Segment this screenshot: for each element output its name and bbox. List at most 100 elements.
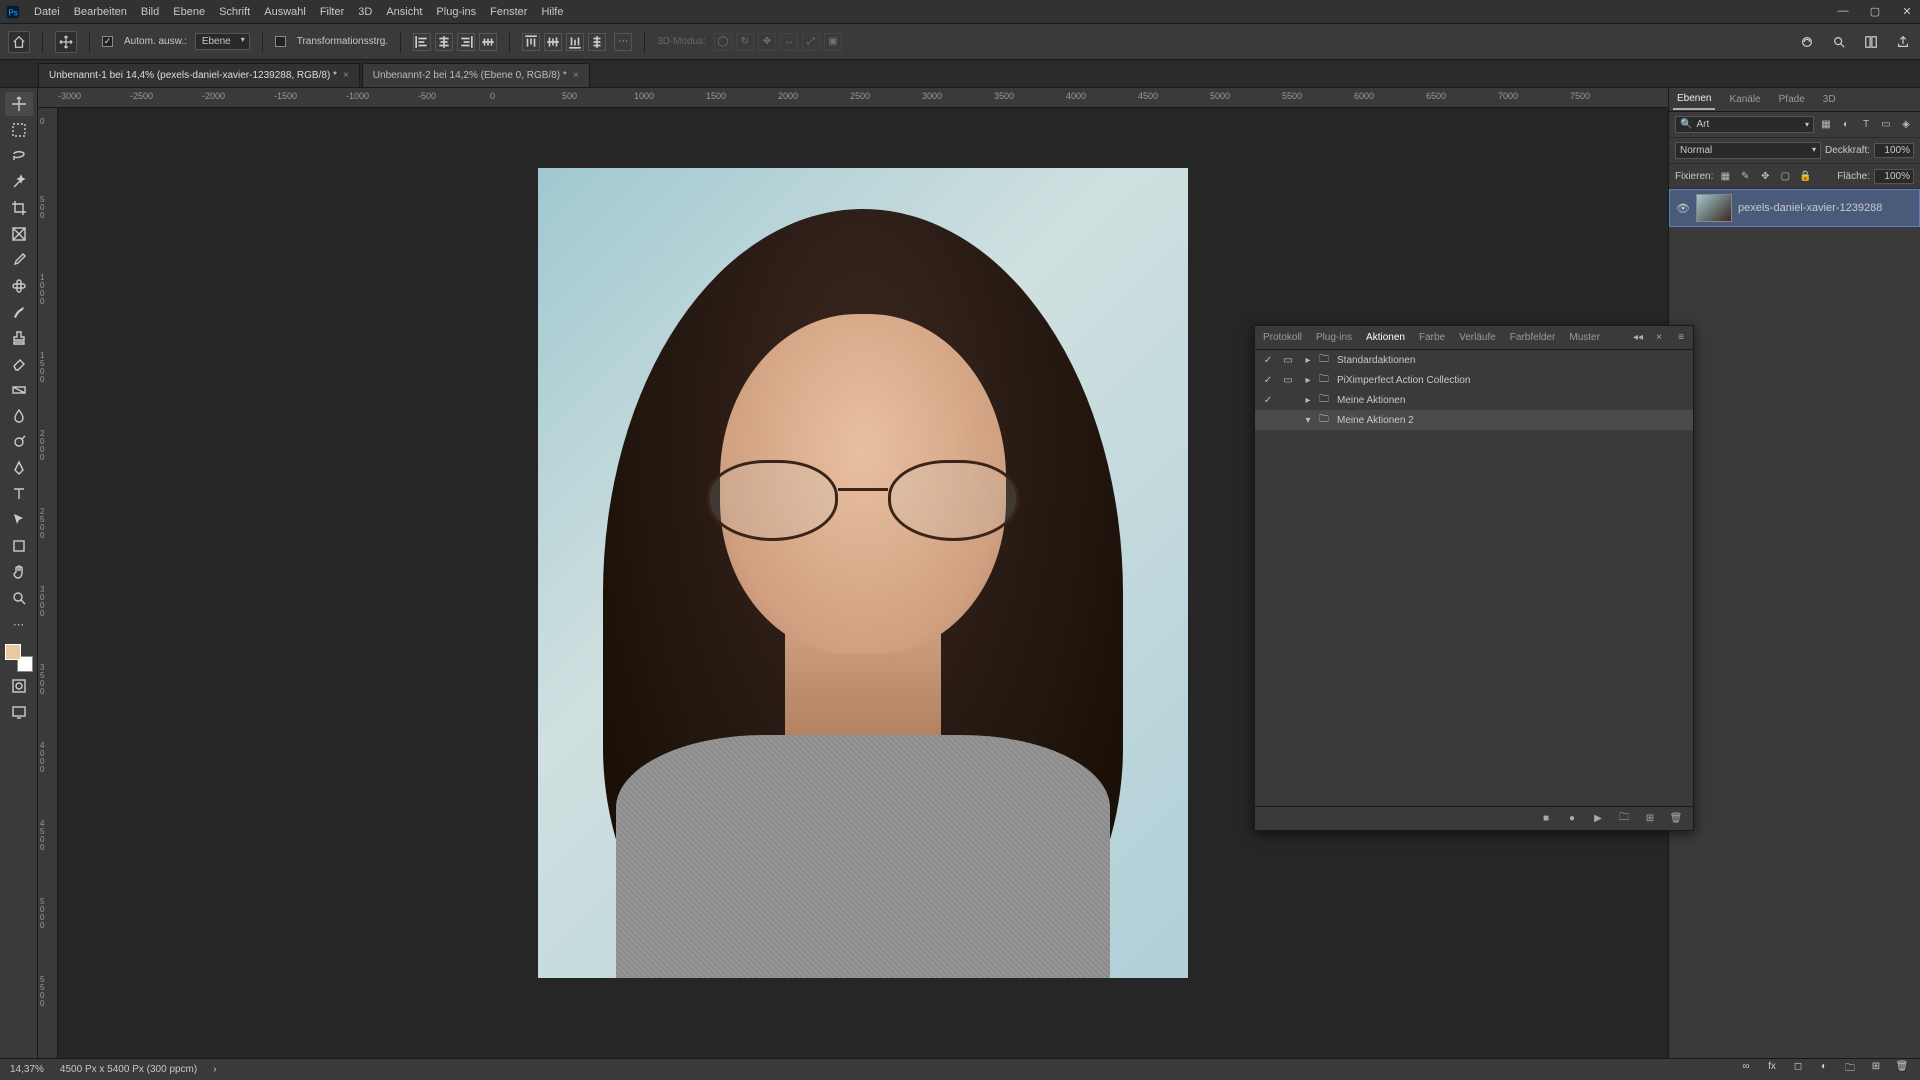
share-icon[interactable] xyxy=(1894,33,1912,51)
align-center-v-icon[interactable] xyxy=(544,33,562,51)
menu-filter[interactable]: Filter xyxy=(320,6,344,18)
menu-hilfe[interactable]: Hilfe xyxy=(541,6,563,18)
filter-smart-icon[interactable]: ◈ xyxy=(1898,117,1914,133)
filter-adjust-icon[interactable]: ◐ xyxy=(1838,117,1854,133)
layer-visibility-icon[interactable]: 👁 xyxy=(1676,202,1690,215)
stamp-tool[interactable] xyxy=(5,326,33,350)
action-set-row[interactable]: ✓▸🗀Meine Aktionen xyxy=(1255,390,1693,410)
status-link-icon[interactable]: ∞ xyxy=(1738,1061,1754,1078)
filter-shape-icon[interactable]: ▭ xyxy=(1878,117,1894,133)
color-swatches[interactable] xyxy=(5,644,33,672)
lock-pixels-icon[interactable]: ✎ xyxy=(1737,168,1753,184)
brush-tool[interactable] xyxy=(5,300,33,324)
home-button[interactable] xyxy=(8,31,30,53)
marquee-tool[interactable] xyxy=(5,118,33,142)
tab-pfade[interactable]: Pfade xyxy=(1775,90,1809,109)
opacity-value[interactable]: 100% xyxy=(1874,143,1914,158)
layer-thumbnail[interactable] xyxy=(1696,194,1732,222)
minimize-button[interactable]: — xyxy=(1836,5,1850,18)
tab-3d[interactable]: 3D xyxy=(1819,90,1840,109)
layer-filter-dropdown[interactable]: 🔍 Art ▾ xyxy=(1675,116,1814,133)
panel-close-icon[interactable]: × xyxy=(1653,328,1665,347)
action-delete-icon[interactable]: 🗑 xyxy=(1669,813,1683,824)
tab-plugins[interactable]: Plug-ins xyxy=(1314,328,1354,347)
lock-transparent-icon[interactable]: ▦ xyxy=(1717,168,1733,184)
status-group-icon[interactable]: 🗀 xyxy=(1842,1061,1858,1078)
cloud-docs-icon[interactable] xyxy=(1798,33,1816,51)
distribute-v-icon[interactable] xyxy=(588,33,606,51)
crop-tool[interactable] xyxy=(5,196,33,220)
panel-menu-icon[interactable]: ≡ xyxy=(1675,328,1687,347)
document-tab-1[interactable]: Unbenannt-1 bei 14,4% (pexels-daniel-xav… xyxy=(38,63,360,87)
more-align-icon[interactable]: ⋯ xyxy=(614,33,632,51)
edit-toolbar-icon[interactable]: ⋯ xyxy=(5,612,33,636)
tab-farbe[interactable]: Farbe xyxy=(1417,328,1447,347)
tab-verlaeufe[interactable]: Verläufe xyxy=(1457,328,1498,347)
tab-farbfelder[interactable]: Farbfelder xyxy=(1508,328,1558,347)
fg-color-swatch[interactable] xyxy=(5,644,21,660)
tab-aktionen[interactable]: Aktionen xyxy=(1364,328,1407,347)
layer-row[interactable]: 👁 pexels-daniel-xavier-1239288 xyxy=(1669,189,1920,227)
workspace-icon[interactable] xyxy=(1862,33,1880,51)
menu-ebene[interactable]: Ebene xyxy=(173,6,205,18)
layer-name[interactable]: pexels-daniel-xavier-1239288 xyxy=(1738,202,1882,214)
menu-fenster[interactable]: Fenster xyxy=(490,6,527,18)
zoom-level[interactable]: 14,37% xyxy=(10,1064,44,1075)
action-expand-icon[interactable]: ▸ xyxy=(1299,355,1317,366)
action-toggle-icon[interactable]: ✓ xyxy=(1259,355,1277,366)
heal-tool[interactable] xyxy=(5,274,33,298)
status-trash-icon[interactable]: 🗑 xyxy=(1894,1061,1910,1078)
action-play-icon[interactable]: ▶ xyxy=(1591,813,1605,824)
menu-bild[interactable]: Bild xyxy=(141,6,159,18)
distribute-h-icon[interactable] xyxy=(479,33,497,51)
zoom-tool[interactable] xyxy=(5,586,33,610)
align-top-icon[interactable] xyxy=(522,33,540,51)
quickmask-tool[interactable] xyxy=(5,674,33,698)
tab-muster[interactable]: Muster xyxy=(1567,328,1602,347)
dodge-tool[interactable] xyxy=(5,430,33,454)
action-set-row[interactable]: ✓▭▸🗀Standardaktionen xyxy=(1255,350,1693,370)
auto-select-checkbox[interactable] xyxy=(102,36,113,47)
fill-value[interactable]: 100% xyxy=(1874,169,1914,184)
frame-tool[interactable] xyxy=(5,222,33,246)
lock-all-icon[interactable]: 🔒 xyxy=(1797,168,1813,184)
menu-ansicht[interactable]: Ansicht xyxy=(386,6,422,18)
move-tool[interactable] xyxy=(5,92,33,116)
shape-tool[interactable] xyxy=(5,534,33,558)
maximize-button[interactable]: ▢ xyxy=(1868,5,1882,18)
panel-collapse-icon[interactable]: ◂◂ xyxy=(1631,328,1643,347)
document-tab-2-close[interactable]: × xyxy=(573,70,579,81)
filter-pixel-icon[interactable]: ▦ xyxy=(1818,117,1834,133)
action-set-row[interactable]: ✓▭▸🗀PiXimperfect Action Collection xyxy=(1255,370,1693,390)
align-left-icon[interactable] xyxy=(413,33,431,51)
path-select-tool[interactable] xyxy=(5,508,33,532)
status-mask-icon[interactable]: ◻ xyxy=(1790,1061,1806,1078)
action-dialog-icon[interactable]: ▭ xyxy=(1279,375,1297,386)
document-tab-2[interactable]: Unbenannt-2 bei 14,2% (Ebene 0, RGB/8) *… xyxy=(362,63,590,87)
align-center-h-icon[interactable] xyxy=(435,33,453,51)
blur-tool[interactable] xyxy=(5,404,33,428)
filter-type-icon[interactable]: T xyxy=(1858,117,1874,133)
action-expand-icon[interactable]: ▸ xyxy=(1299,375,1317,386)
eyedropper-tool[interactable] xyxy=(5,248,33,272)
move-tool-icon[interactable] xyxy=(55,31,77,53)
action-toggle-icon[interactable]: ✓ xyxy=(1259,375,1277,386)
tab-kanaele[interactable]: Kanäle xyxy=(1725,90,1764,109)
lasso-tool[interactable] xyxy=(5,144,33,168)
action-record-icon[interactable]: ● xyxy=(1565,813,1579,824)
blend-mode-dropdown[interactable]: Normal xyxy=(1675,142,1821,159)
transform-checkbox[interactable] xyxy=(275,36,286,47)
action-dialog-icon[interactable]: ▭ xyxy=(1279,355,1297,366)
action-expand-icon[interactable]: ▸ xyxy=(1299,395,1317,406)
menu-plugins[interactable]: Plug-ins xyxy=(436,6,476,18)
auto-select-dropdown[interactable]: Ebene xyxy=(195,33,250,50)
hand-tool[interactable] xyxy=(5,560,33,584)
status-fx-icon[interactable]: fx xyxy=(1764,1061,1780,1078)
lock-artboard-icon[interactable]: ▢ xyxy=(1777,168,1793,184)
close-button[interactable]: ✕ xyxy=(1900,5,1914,18)
menu-schrift[interactable]: Schrift xyxy=(219,6,250,18)
menu-datei[interactable]: Datei xyxy=(34,6,60,18)
type-tool[interactable] xyxy=(5,482,33,506)
action-stop-icon[interactable]: ■ xyxy=(1539,813,1553,824)
tab-ebenen[interactable]: Ebenen xyxy=(1673,89,1715,110)
